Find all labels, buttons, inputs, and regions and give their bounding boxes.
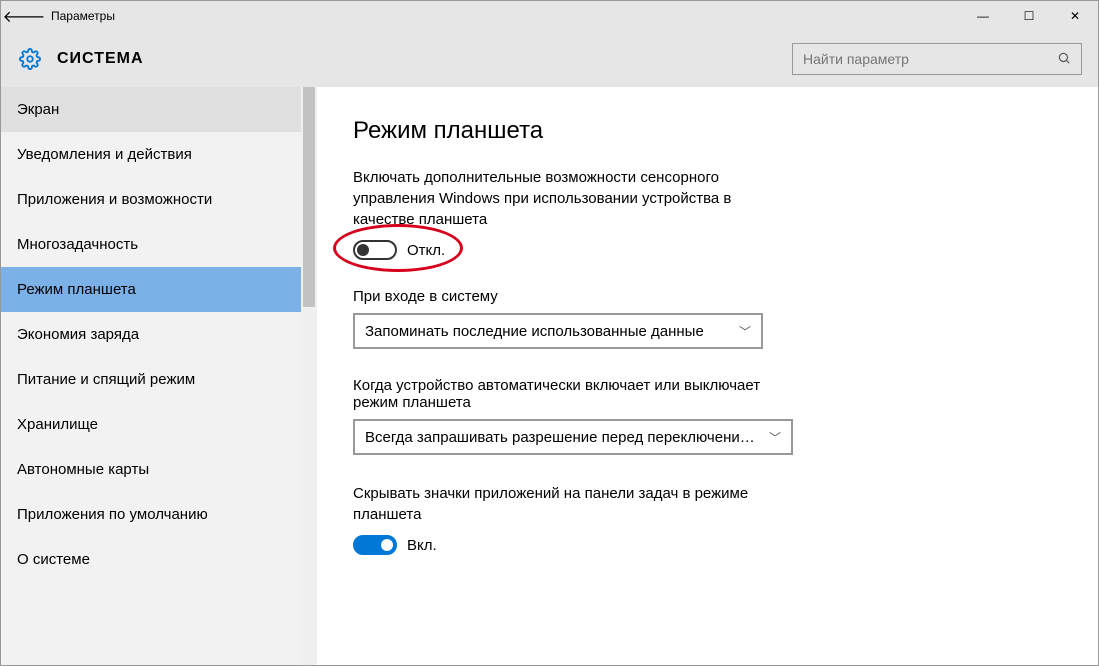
gear-icon (17, 46, 43, 72)
search-icon (1057, 51, 1071, 68)
signin-label: При входе в систему (353, 288, 1058, 305)
tablet-toggle-description: Включать дополнительные возможности сенс… (353, 167, 793, 230)
sidebar-item-about[interactable]: О системе (1, 537, 301, 582)
back-button[interactable]: 🡐 (1, 1, 47, 31)
hide-icons-description: Скрывать значки приложений на панели зад… (353, 483, 793, 525)
page-title: Режим планшета (353, 117, 1058, 145)
close-icon: ✕ (1070, 9, 1080, 23)
sidebar-item-default-apps[interactable]: Приложения по умолчанию (1, 492, 301, 537)
minimize-button[interactable]: — (960, 1, 1006, 31)
sidebar-item-apps[interactable]: Приложения и возможности (1, 177, 301, 222)
window-title: Параметры (47, 1, 960, 31)
sidebar: Экран Уведомления и действия Приложения … (1, 87, 301, 665)
close-button[interactable]: ✕ (1052, 1, 1098, 31)
autoswitch-label: Когда устройство автоматически включает … (353, 377, 793, 411)
hide-icons-toggle[interactable] (353, 535, 397, 555)
toggle-knob (357, 244, 369, 256)
sidebar-item-tablet-mode[interactable]: Режим планшета (1, 267, 301, 312)
section-title: СИСТЕМА (57, 50, 144, 68)
sidebar-item-power[interactable]: Питание и спящий режим (1, 357, 301, 402)
sidebar-scrollbar-thumb[interactable] (303, 87, 315, 307)
tablet-toggle-state-label: Откл. (407, 242, 445, 259)
sidebar-wrap: Экран Уведомления и действия Приложения … (1, 87, 317, 665)
signin-dropdown-value: Запоминать последние использованные данн… (365, 323, 731, 340)
header: СИСТЕМА (1, 31, 1098, 87)
autoswitch-dropdown-value: Всегда запрашивать разрешение перед пере… (365, 429, 761, 446)
tablet-mode-toggle[interactable] (353, 240, 397, 260)
sidebar-scrollbar[interactable] (301, 87, 317, 665)
arrow-left-icon: 🡐 (3, 6, 46, 27)
hide-icons-block: Скрывать значки приложений на панели зад… (353, 483, 1058, 555)
maximize-button[interactable]: ☐ (1006, 1, 1052, 31)
toggle-knob (381, 539, 393, 551)
sidebar-item-notifications[interactable]: Уведомления и действия (1, 132, 301, 177)
chevron-down-icon: ﹀ (739, 323, 751, 340)
titlebar: 🡐 Параметры — ☐ ✕ (1, 1, 1098, 31)
sidebar-item-display[interactable]: Экран (1, 87, 301, 132)
autoswitch-block: Когда устройство автоматически включает … (353, 377, 1058, 455)
hide-icons-state-label: Вкл. (407, 537, 437, 554)
chevron-down-icon: ﹀ (769, 429, 781, 446)
main-pane: Режим планшета Включать дополнительные в… (317, 87, 1098, 665)
sidebar-item-storage[interactable]: Хранилище (1, 402, 301, 447)
sidebar-item-battery[interactable]: Экономия заряда (1, 312, 301, 357)
tablet-toggle-block: Включать дополнительные возможности сенс… (353, 167, 1058, 260)
search-input[interactable] (803, 51, 1057, 67)
signin-block: При входе в систему Запоминать последние… (353, 288, 1058, 349)
content: Экран Уведомления и действия Приложения … (1, 87, 1098, 665)
signin-dropdown[interactable]: Запоминать последние использованные данн… (353, 313, 763, 349)
sidebar-item-offline-maps[interactable]: Автономные карты (1, 447, 301, 492)
maximize-icon: ☐ (1024, 9, 1035, 23)
search-box[interactable] (792, 43, 1082, 75)
autoswitch-dropdown[interactable]: Всегда запрашивать разрешение перед пере… (353, 419, 793, 455)
minimize-icon: — (977, 9, 989, 23)
sidebar-item-multitask[interactable]: Многозадачность (1, 222, 301, 267)
